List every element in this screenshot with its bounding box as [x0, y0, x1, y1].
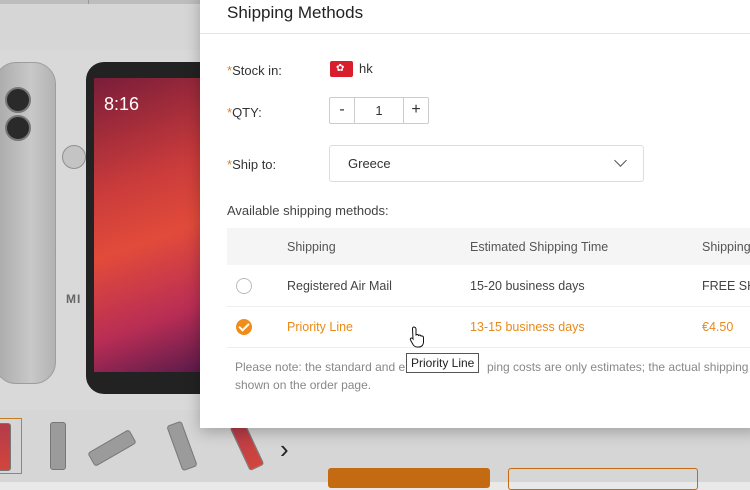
increase-qty-button[interactable]: +: [403, 98, 428, 123]
quantity-stepper: - 1 +: [329, 97, 429, 124]
stock-label: *Stock in:: [227, 63, 282, 78]
stock-label-text: Stock in:: [232, 63, 282, 78]
thumbnail[interactable]: [160, 418, 200, 472]
column-header-cost: Shipping: [702, 240, 750, 254]
thumbnail[interactable]: [87, 418, 137, 472]
note-line1-end: ping costs are only estimates; the actua…: [487, 360, 749, 374]
note-line1-start: Please note: the standard and e: [235, 360, 406, 374]
decrease-qty-button[interactable]: -: [330, 98, 355, 123]
table-row[interactable]: Registered Air Mail 15-20 business days …: [227, 265, 750, 307]
chevron-down-icon: [614, 154, 627, 167]
phone-screen: 8:16: [94, 78, 200, 372]
camera-lens: [5, 87, 31, 113]
radio-button-checked[interactable]: [236, 319, 252, 335]
note-line2: shown on the order page.: [235, 378, 372, 392]
qty-label-text: QTY:: [232, 105, 262, 120]
ship-to-label: *Ship to:: [227, 157, 276, 172]
shipping-method-name: Priority Line: [287, 320, 353, 334]
ship-to-value: Greece: [348, 156, 391, 171]
phone-brand-logo: MI: [66, 292, 82, 306]
radio-button[interactable]: [236, 278, 252, 294]
qty-input[interactable]: 1: [355, 98, 403, 123]
tooltip: Priority Line: [406, 353, 480, 373]
next-arrow-icon[interactable]: ›: [280, 434, 289, 465]
shipping-cost: €4.50: [702, 320, 734, 334]
column-header-time: Estimated Shipping Time: [470, 240, 609, 254]
buy-now-button[interactable]: [328, 468, 490, 488]
shipping-method-name: Registered Air Mail: [287, 279, 392, 293]
add-to-cart-button[interactable]: [508, 468, 698, 490]
phone-back-image: [0, 62, 56, 384]
phone-front-image: 8:16: [86, 62, 200, 394]
shipping-time: 15-20 business days: [470, 279, 585, 293]
shipping-time: 13-15 business days: [470, 320, 585, 334]
ship-to-select[interactable]: Greece: [329, 145, 644, 182]
thumbnail[interactable]: [36, 418, 76, 472]
column-header-shipping: Shipping: [287, 240, 336, 254]
shipping-cost: FREE SHI: [702, 279, 750, 293]
stock-value: hk: [359, 61, 373, 76]
hand-cursor-icon: [409, 326, 424, 348]
modal-title: Shipping Methods: [227, 3, 364, 22]
hong-kong-flag-icon: [330, 61, 353, 77]
top-tabs: [0, 0, 200, 4]
thumbnail[interactable]: [0, 418, 22, 474]
table-header: Shipping Estimated Shipping Time Shippin…: [227, 228, 750, 265]
camera-lens: [5, 115, 31, 141]
phone-clock: 8:16: [104, 94, 140, 114]
table-row[interactable]: Priority Line 13-15 business days €4.50: [227, 306, 750, 348]
thumbnail-strip: [0, 418, 200, 478]
ship-to-label-text: Ship to:: [232, 157, 277, 172]
modal-header: Shipping Methods: [200, 0, 750, 34]
available-methods-label: Available shipping methods:: [227, 203, 389, 218]
qty-label: *QTY:: [227, 105, 262, 120]
fingerprint-sensor: [62, 145, 86, 169]
